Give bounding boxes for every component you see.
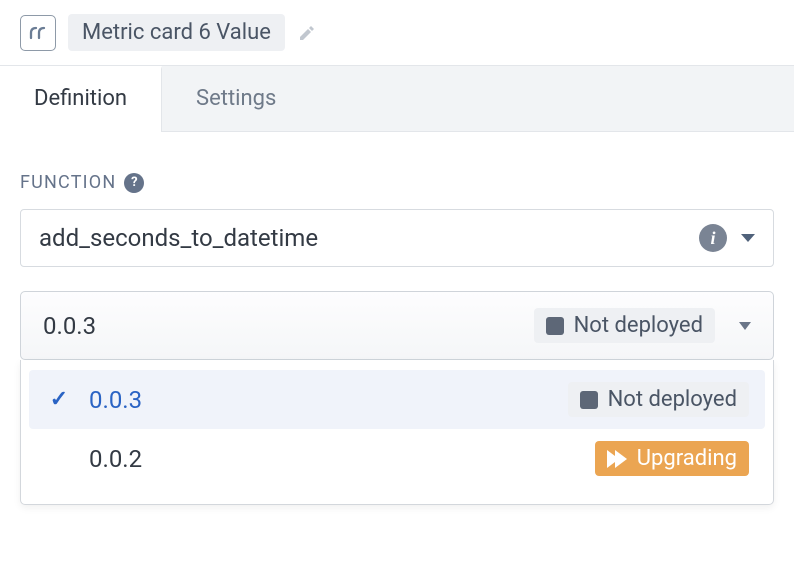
page-title: Metric card 6 Value <box>82 20 271 45</box>
tab-label: Settings <box>196 86 276 111</box>
function-section: FUNCTION ? add_seconds_to_datetime i 0.0… <box>0 132 794 505</box>
status-badge-upgrading: Upgrading <box>595 441 749 476</box>
tab-definition[interactable]: Definition <box>0 66 162 132</box>
fast-forward-icon <box>607 450 627 468</box>
section-label: FUNCTION <box>20 172 116 193</box>
version-select-right: Not deployed <box>534 308 751 343</box>
version-dropdown: ✓ 0.0.3 Not deployed 0.0.2 <box>20 360 774 505</box>
tab-settings[interactable]: Settings <box>162 66 310 131</box>
status-label: Not deployed <box>608 387 737 412</box>
version-current: 0.0.3 <box>43 312 96 340</box>
function-name: add_seconds_to_datetime <box>39 224 318 252</box>
section-header: FUNCTION ? <box>20 172 774 193</box>
version-option-label: 0.0.2 <box>89 445 142 473</box>
version-option[interactable]: ✓ 0.0.3 Not deployed <box>29 370 765 429</box>
info-icon[interactable]: i <box>699 224 727 252</box>
help-icon[interactable]: ? <box>124 173 144 193</box>
stop-icon <box>580 391 598 409</box>
page-title-chip: Metric card 6 Value <box>68 14 285 51</box>
check-icon: ✓ <box>50 387 68 412</box>
chevron-down-icon <box>739 322 751 330</box>
function-select[interactable]: add_seconds_to_datetime i <box>20 209 774 267</box>
status-badge-not-deployed: Not deployed <box>568 382 749 417</box>
version-option-label: 0.0.3 <box>89 386 142 414</box>
quote-icon[interactable] <box>20 15 56 51</box>
chevron-down-icon <box>741 234 755 242</box>
edit-icon[interactable] <box>297 23 317 43</box>
status-label: Not deployed <box>574 313 703 338</box>
status-label: Upgrading <box>637 446 737 471</box>
panel-root: Metric card 6 Value Definition Settings … <box>0 0 794 568</box>
tabs: Definition Settings <box>0 65 794 132</box>
version-option[interactable]: 0.0.2 Upgrading <box>29 429 765 488</box>
header-row: Metric card 6 Value <box>0 0 794 65</box>
check-slot: ✓ <box>45 387 73 412</box>
function-select-right: i <box>699 224 755 252</box>
status-badge-not-deployed: Not deployed <box>534 308 715 343</box>
tab-label: Definition <box>34 86 127 111</box>
stop-icon <box>546 317 564 335</box>
version-select[interactable]: 0.0.3 Not deployed <box>20 291 774 360</box>
